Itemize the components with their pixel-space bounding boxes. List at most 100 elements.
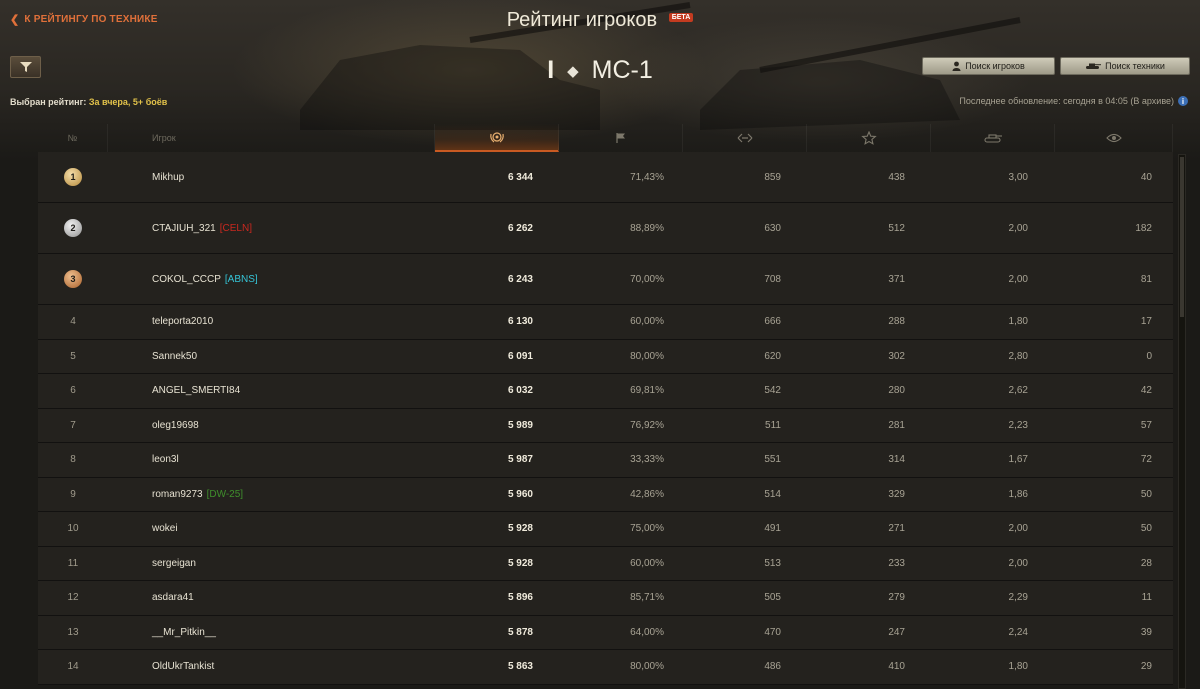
wins-cell: 69,81% <box>630 385 664 397</box>
frags-cell: 2,23 <box>1008 419 1028 431</box>
score-cell: 5 928 <box>507 557 533 569</box>
beta-badge: БЕТА <box>668 13 694 22</box>
score-cell: 5 928 <box>507 523 533 535</box>
spotted-cell: 50 <box>1140 488 1152 500</box>
player-name-link[interactable]: roman9273 <box>152 489 203 500</box>
laurel-icon <box>489 132 504 143</box>
player-name-link[interactable]: COKOL_CCCP <box>152 274 221 285</box>
flag-icon <box>615 133 625 143</box>
exp-cell: 329 <box>888 488 905 500</box>
wins-cell: 85,71% <box>630 592 664 604</box>
wins-cell: 64,00% <box>630 626 664 638</box>
damage-cell: 514 <box>764 488 781 500</box>
table-row[interactable]: 9 roman9273 [DW-25] 5 960 42,86% 514 329 1,86 50 <box>38 477 1173 512</box>
filter-button[interactable] <box>10 56 41 78</box>
wins-cell: 33,33% <box>630 454 664 466</box>
header-frags[interactable] <box>931 124 1055 152</box>
exp-cell: 281 <box>888 419 905 431</box>
header-player[interactable]: Игрок <box>108 124 435 152</box>
spotted-cell: 57 <box>1140 419 1152 431</box>
table-row[interactable]: 3 COKOL_CCCP [ABNS] 6 243 70,00% 708 371 2,00 81 <box>38 254 1173 305</box>
player-search-button[interactable]: Поиск игроков <box>922 57 1055 75</box>
frags-cell: 2,80 <box>1008 350 1028 362</box>
tank-search-label: Поиск техники <box>1105 61 1165 71</box>
tank-search-button[interactable]: Поиск техники <box>1060 57 1190 75</box>
table-row[interactable]: 5 Sannek50 6 091 80,00% 620 302 2,80 0 <box>38 339 1173 374</box>
player-name-link[interactable]: CTAJIUH_321 <box>152 223 216 234</box>
clan-tag[interactable]: [DW-25] <box>207 489 244 500</box>
eye-icon <box>1105 133 1122 143</box>
frags-cell: 2,62 <box>1008 385 1028 397</box>
exp-cell: 371 <box>888 273 905 285</box>
player-cell: OldUkrTankist <box>108 661 435 672</box>
tank-icon <box>1086 63 1102 69</box>
score-cell: 6 032 <box>507 385 533 397</box>
player-name-link[interactable]: leon3l <box>152 454 179 465</box>
clan-tag[interactable]: [ABNS] <box>225 274 258 285</box>
header-damage[interactable] <box>683 124 807 152</box>
light-tank-icon: ◆ <box>567 63 579 81</box>
info-icon[interactable]: i <box>1178 96 1188 106</box>
rank-cell: 10 <box>67 523 79 535</box>
rating-table: № Игрок 1 Mikhup 6 344 71,43% 859 438 3,… <box>38 124 1186 689</box>
header-rank[interactable]: № <box>38 124 108 152</box>
damage-cell: 505 <box>764 592 781 604</box>
damage-cell: 630 <box>764 222 781 234</box>
table-row[interactable]: 10 wokei 5 928 75,00% 491 271 2,00 50 <box>38 512 1173 547</box>
player-name-link[interactable]: Mikhup <box>152 172 184 183</box>
table-row[interactable]: 6 ANGEL_SMERTI84 6 032 69,81% 542 280 2,62 42 <box>38 374 1173 409</box>
wins-cell: 80,00% <box>630 350 664 362</box>
rank-cell: 12 <box>67 592 79 604</box>
last-update-text: Последнее обновление: сегодня в 04:05 (В… <box>959 96 1174 106</box>
player-name-link[interactable]: __Mr_Pitkin__ <box>152 627 216 638</box>
table-row[interactable]: 4 teleporta2010 6 130 60,00% 666 288 1,80 17 <box>38 305 1173 340</box>
header-exp[interactable] <box>807 124 931 152</box>
rank-cell: 8 <box>70 454 76 466</box>
exp-cell: 271 <box>888 523 905 535</box>
player-name-link[interactable]: OldUkrTankist <box>152 661 214 672</box>
wins-cell: 60,00% <box>630 316 664 328</box>
table-row[interactable]: 11 sergeigan 5 928 60,00% 513 233 2,00 28 <box>38 546 1173 581</box>
player-name-link[interactable]: Sannek50 <box>152 351 197 362</box>
bronze-medal-icon: 3 <box>64 270 82 288</box>
table-row[interactable]: 7 oleg19698 5 989 76,92% 511 281 2,23 57 <box>38 408 1173 443</box>
header-spotted[interactable] <box>1055 124 1173 152</box>
rank-cell: 9 <box>70 488 76 500</box>
player-name-link[interactable]: ANGEL_SMERTI84 <box>152 385 240 396</box>
page-title: Рейтинг игроков БЕТА <box>0 9 1200 32</box>
rank-cell: 14 <box>67 661 79 673</box>
damage-cell: 491 <box>764 523 781 535</box>
spotted-cell: 182 <box>1135 222 1152 234</box>
frags-cell: 2,29 <box>1008 592 1028 604</box>
score-cell: 6 091 <box>507 350 533 362</box>
exp-cell: 438 <box>888 171 905 183</box>
player-name-link[interactable]: asdara41 <box>152 592 194 603</box>
selected-rating: Выбран рейтинг: За вчера, 5+ боёв <box>10 97 167 107</box>
exp-cell: 288 <box>888 316 905 328</box>
player-name-link[interactable]: wokei <box>152 523 178 534</box>
selected-rating-value[interactable]: За вчера, 5+ боёв <box>89 97 167 107</box>
player-name-link[interactable]: sergeigan <box>152 558 196 569</box>
wins-cell: 70,00% <box>630 273 664 285</box>
clan-tag[interactable]: [CELN] <box>220 223 252 234</box>
header-wins[interactable] <box>559 124 683 152</box>
damage-cell: 470 <box>764 626 781 638</box>
table-row[interactable]: 1 Mikhup 6 344 71,43% 859 438 3,00 40 <box>38 152 1173 203</box>
damage-cell: 708 <box>764 273 781 285</box>
frags-cell: 3,00 <box>1008 171 1028 183</box>
table-row[interactable]: 8 leon3l 5 987 33,33% 551 314 1,67 72 <box>38 443 1173 478</box>
table-header: № Игрок <box>38 124 1173 152</box>
header-score[interactable] <box>435 124 559 152</box>
scrollbar[interactable] <box>1178 154 1186 689</box>
rank-cell: 6 <box>70 385 76 397</box>
rank-cell: 1 <box>38 168 108 186</box>
player-name-link[interactable]: teleporta2010 <box>152 316 213 327</box>
table-row[interactable]: 2 CTAJIUH_321 [CELN] 6 262 88,89% 630 512 2,00 1… <box>38 203 1173 254</box>
player-name-link[interactable]: oleg19698 <box>152 420 199 431</box>
score-cell: 5 960 <box>507 488 533 500</box>
damage-cell: 620 <box>764 350 781 362</box>
table-row[interactable]: 12 asdara41 5 896 85,71% 505 279 2,29 11 <box>38 581 1173 616</box>
table-row[interactable]: 14 OldUkrTankist 5 863 80,00% 486 410 1,80 29 <box>38 650 1173 685</box>
table-row[interactable]: 13 __Mr_Pitkin__ 5 878 64,00% 470 247 2,24 39 <box>38 615 1173 650</box>
scrollbar-thumb[interactable] <box>1180 157 1184 317</box>
